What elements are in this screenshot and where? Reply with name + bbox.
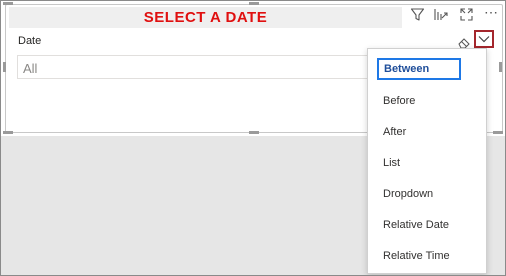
slicer-title: SELECT A DATE (143, 9, 268, 26)
slicer-value-field[interactable]: All (17, 55, 377, 79)
slicer-type-dropdown-toggle[interactable] (474, 30, 494, 48)
menu-item-before[interactable]: Before (377, 90, 461, 112)
resize-handle-top-left[interactable] (3, 2, 13, 5)
menu-item-list[interactable]: List (377, 152, 461, 174)
resize-handle-left[interactable] (3, 62, 6, 72)
menu-item-after[interactable]: After (377, 121, 461, 143)
resize-handle-bottom-left[interactable] (3, 131, 13, 134)
chevron-down-icon (478, 36, 490, 43)
resize-handle-top[interactable] (249, 2, 259, 5)
expand-icon[interactable] (457, 6, 475, 22)
slicer-field-label: Date (18, 35, 42, 47)
menu-item-relative-time[interactable]: Relative Time (377, 245, 461, 267)
eraser-icon[interactable] (457, 36, 471, 49)
focus-mode-icon[interactable] (432, 6, 450, 22)
slicer-value-text: All (23, 61, 38, 76)
more-options-icon[interactable]: ⋯ (482, 4, 500, 20)
menu-item-relative-date[interactable]: Relative Date (377, 214, 461, 236)
resize-handle-right[interactable] (499, 62, 502, 72)
slicer-type-menu: Between Before After List Dropdown Relat… (367, 48, 487, 274)
filter-icon[interactable] (408, 6, 426, 22)
resize-handle-bottom-right[interactable] (493, 131, 503, 134)
menu-item-between[interactable]: Between (377, 58, 461, 80)
menu-item-dropdown[interactable]: Dropdown (377, 183, 461, 205)
resize-handle-bottom[interactable] (249, 131, 259, 134)
